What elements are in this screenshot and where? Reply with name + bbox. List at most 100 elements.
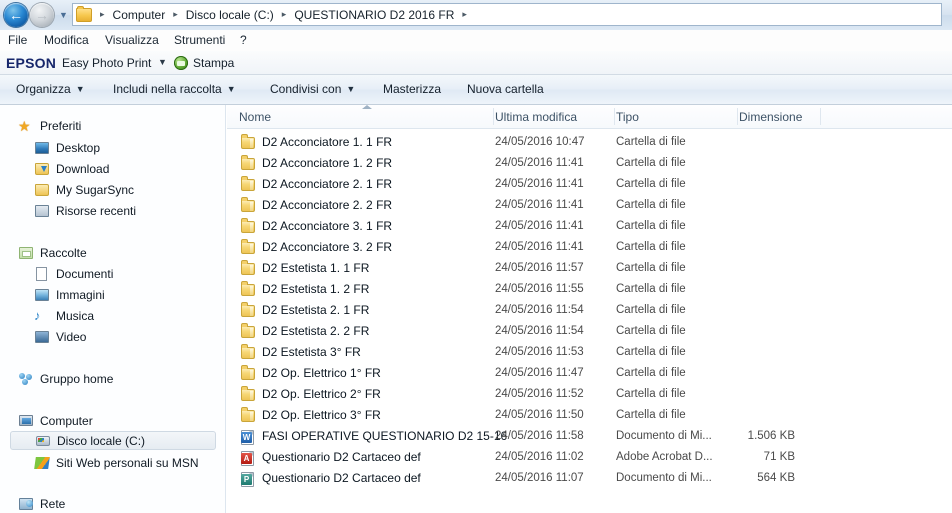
table-row[interactable]: D2 Estetista 1. 2 FR 24/05/2016 11:55 Cart… bbox=[227, 279, 952, 300]
folder-icon bbox=[240, 134, 256, 150]
column-header-dimensione[interactable]: Dimensione bbox=[739, 110, 802, 124]
table-row[interactable]: A Questionario D2 Cartaceo def 24/05/2016 … bbox=[227, 447, 952, 468]
breadcrumb-separator-3[interactable]: ▸ bbox=[456, 9, 473, 20]
forward-arrow-icon[interactable]: → bbox=[30, 3, 54, 27]
history-dropdown-icon[interactable]: ▼ bbox=[59, 3, 68, 27]
file-name-cell: D2 Acconciatore 3. 2 FR bbox=[262, 240, 393, 254]
sidebar-group-gruppo-home[interactable]: Gruppo home bbox=[18, 369, 113, 388]
sidebar-item-my-sugarsync[interactable]: My SugarSync bbox=[34, 180, 134, 199]
column-divider-3[interactable] bbox=[737, 108, 738, 125]
sidebar-item-desktop[interactable]: Desktop bbox=[34, 138, 100, 157]
chevron-down-icon[interactable]: ▼ bbox=[158, 57, 167, 67]
includi-nella-raccolta-button[interactable]: Includi nella raccolta ▼ bbox=[113, 82, 236, 96]
sidebar-label-raccolte: Raccolte bbox=[40, 245, 87, 260]
menu-item-visualizza[interactable]: Visualizza bbox=[105, 33, 159, 47]
breadcrumb-item-disco-locale[interactable]: Disco locale (C:) bbox=[184, 7, 276, 23]
folder-icon bbox=[240, 176, 256, 192]
menu-item-modifica[interactable]: Modifica bbox=[44, 33, 89, 47]
breadcrumb-separator-1[interactable]: ▸ bbox=[167, 9, 184, 20]
condividi-con-label: Condivisi con bbox=[270, 82, 342, 96]
sidebar-label-preferiti: Preferiti bbox=[40, 118, 82, 133]
table-row[interactable]: D2 Estetista 3° FR 24/05/2016 11:53 Cartel… bbox=[227, 342, 952, 363]
file-modified-cell: 24/05/2016 11:41 bbox=[495, 199, 584, 211]
address-bar: ← → ▼ ▸ Computer ▸ Disco locale (C:) ▸ Q… bbox=[0, 0, 952, 30]
column-header-tipo[interactable]: Tipo bbox=[616, 110, 639, 124]
table-row[interactable]: P Questionario D2 Cartaceo def 24/05/2016 … bbox=[227, 468, 952, 489]
table-row[interactable]: D2 Acconciatore 3. 1 FR 24/05/2016 11:41 C… bbox=[227, 216, 952, 237]
file-modified-cell: 24/05/2016 11:41 bbox=[495, 220, 584, 232]
file-size-cell: 1.506 KB bbox=[747, 430, 795, 442]
sidebar-label-rete: Rete bbox=[40, 496, 66, 511]
sidebar-item-risorse-recenti[interactable]: Risorse recenti bbox=[34, 201, 136, 220]
file-size-cell: 71 KB bbox=[763, 451, 795, 463]
organizza-label: Organizza bbox=[16, 82, 71, 96]
table-row[interactable]: D2 Estetista 1. 1 FR 24/05/2016 11:57 Cart… bbox=[227, 258, 952, 279]
sidebar-item-musica[interactable]: ♪ Musica bbox=[34, 306, 94, 325]
file-size-cell: 564 KB bbox=[757, 472, 795, 484]
table-row[interactable]: D2 Acconciatore 1. 2 FR 24/05/2016 11:41 C… bbox=[227, 153, 952, 174]
organizza-button[interactable]: Organizza ▼ bbox=[16, 82, 85, 96]
nuova-cartella-button[interactable]: Nuova cartella bbox=[467, 82, 544, 96]
sidebar-item-video[interactable]: Video bbox=[34, 327, 86, 346]
menu-item-strumenti[interactable]: Strumenti bbox=[174, 33, 225, 47]
folder-icon bbox=[240, 323, 256, 339]
breadcrumb-separator-2[interactable]: ▸ bbox=[276, 9, 293, 20]
sidebar-group-rete[interactable]: Rete bbox=[18, 494, 65, 513]
table-row[interactable]: D2 Acconciatore 2. 1 FR 24/05/2016 11:41 C… bbox=[227, 174, 952, 195]
table-row[interactable]: W FASI OPERATIVE QUESTIONARIO D2 15-16 24/… bbox=[227, 426, 952, 447]
printer-icon[interactable] bbox=[174, 56, 188, 70]
table-row[interactable]: D2 Estetista 2. 1 FR 24/05/2016 11:54 Cart… bbox=[227, 300, 952, 321]
file-type-cell: Cartella di file bbox=[616, 157, 686, 169]
column-divider-2[interactable] bbox=[614, 108, 615, 125]
menu-item-file[interactable]: File bbox=[8, 33, 27, 47]
condividi-con-button[interactable]: Condivisi con ▼ bbox=[270, 82, 355, 96]
file-modified-cell: 24/05/2016 10:47 bbox=[495, 136, 585, 148]
sidebar-group-raccolte[interactable]: Raccolte bbox=[18, 243, 87, 262]
folder-icon bbox=[240, 365, 256, 381]
sidebar-item-siti-web-personali-msn[interactable]: Siti Web personali su MSN bbox=[34, 453, 199, 472]
chevron-down-icon: ▼ bbox=[226, 84, 236, 94]
easy-photo-print-label[interactable]: Easy Photo Print bbox=[62, 56, 151, 70]
folder-icon bbox=[240, 386, 256, 402]
table-row[interactable]: D2 Op. Elettrico 2° FR 24/05/2016 11:52 Ca… bbox=[227, 384, 952, 405]
file-name-cell: D2 Acconciatore 3. 1 FR bbox=[262, 219, 393, 233]
menu-item-help[interactable]: ? bbox=[240, 33, 247, 47]
column-header-row: Nome Ultima modifica Tipo Dimensione bbox=[227, 105, 952, 129]
sidebar-item-documenti[interactable]: Documenti bbox=[34, 264, 113, 283]
column-header-nome[interactable]: Nome bbox=[239, 110, 271, 124]
file-type-cell: Cartella di file bbox=[616, 325, 686, 337]
file-name-cell: Questionario D2 Cartaceo def bbox=[262, 450, 421, 464]
file-type-cell: Documento di Mi... bbox=[616, 472, 712, 484]
sidebar-item-download[interactable]: Download bbox=[34, 159, 109, 178]
sidebar-group-preferiti[interactable]: ★ Preferiti bbox=[18, 116, 81, 135]
file-type-cell: Cartella di file bbox=[616, 178, 686, 190]
file-type-cell: Cartella di file bbox=[616, 283, 686, 295]
file-name-cell: D2 Estetista 3° FR bbox=[262, 345, 361, 359]
file-name-cell: D2 Acconciatore 2. 1 FR bbox=[262, 177, 393, 191]
column-divider-1[interactable] bbox=[493, 108, 494, 125]
table-row[interactable]: D2 Acconciatore 1. 1 FR 24/05/2016 10:47 C… bbox=[227, 132, 952, 153]
stampa-button[interactable]: Stampa bbox=[193, 56, 234, 70]
sidebar-item-disco-locale-c[interactable]: Disco locale (C:) bbox=[10, 431, 216, 450]
folder-icon bbox=[240, 344, 256, 360]
column-header-ultima-modifica[interactable]: Ultima modifica bbox=[495, 110, 577, 124]
sidebar-item-immagini[interactable]: Immagini bbox=[34, 285, 105, 304]
breadcrumb-item-questionario[interactable]: QUESTIONARIO D2 2016 FR bbox=[292, 7, 456, 23]
breadcrumb[interactable]: ▸ Computer ▸ Disco locale (C:) ▸ QUESTIO… bbox=[72, 3, 942, 26]
masterizza-button[interactable]: Masterizza bbox=[383, 82, 441, 96]
breadcrumb-separator-0[interactable]: ▸ bbox=[94, 9, 111, 20]
file-modified-cell: 24/05/2016 11:52 bbox=[495, 388, 584, 400]
table-row[interactable]: D2 Estetista 2. 2 FR 24/05/2016 11:54 Cart… bbox=[227, 321, 952, 342]
table-row[interactable]: D2 Op. Elettrico 3° FR 24/05/2016 11:50 Ca… bbox=[227, 405, 952, 426]
documents-icon bbox=[34, 266, 50, 282]
back-arrow-icon[interactable]: ← bbox=[4, 3, 28, 27]
table-row[interactable]: D2 Acconciatore 2. 2 FR 24/05/2016 11:41 C… bbox=[227, 195, 952, 216]
breadcrumb-item-computer[interactable]: Computer bbox=[111, 7, 168, 23]
column-divider-4[interactable] bbox=[820, 108, 821, 125]
table-row[interactable]: D2 Op. Elettrico 1° FR 24/05/2016 11:47 Ca… bbox=[227, 363, 952, 384]
sidebar-group-computer[interactable]: Computer bbox=[18, 411, 93, 430]
table-row[interactable]: D2 Acconciatore 3. 2 FR 24/05/2016 11:41 C… bbox=[227, 237, 952, 258]
sidebar-label-risorse-recenti: Risorse recenti bbox=[56, 203, 137, 218]
includi-nella-raccolta-label: Includi nella raccolta bbox=[113, 82, 222, 96]
file-modified-cell: 24/05/2016 11:58 bbox=[495, 430, 584, 442]
